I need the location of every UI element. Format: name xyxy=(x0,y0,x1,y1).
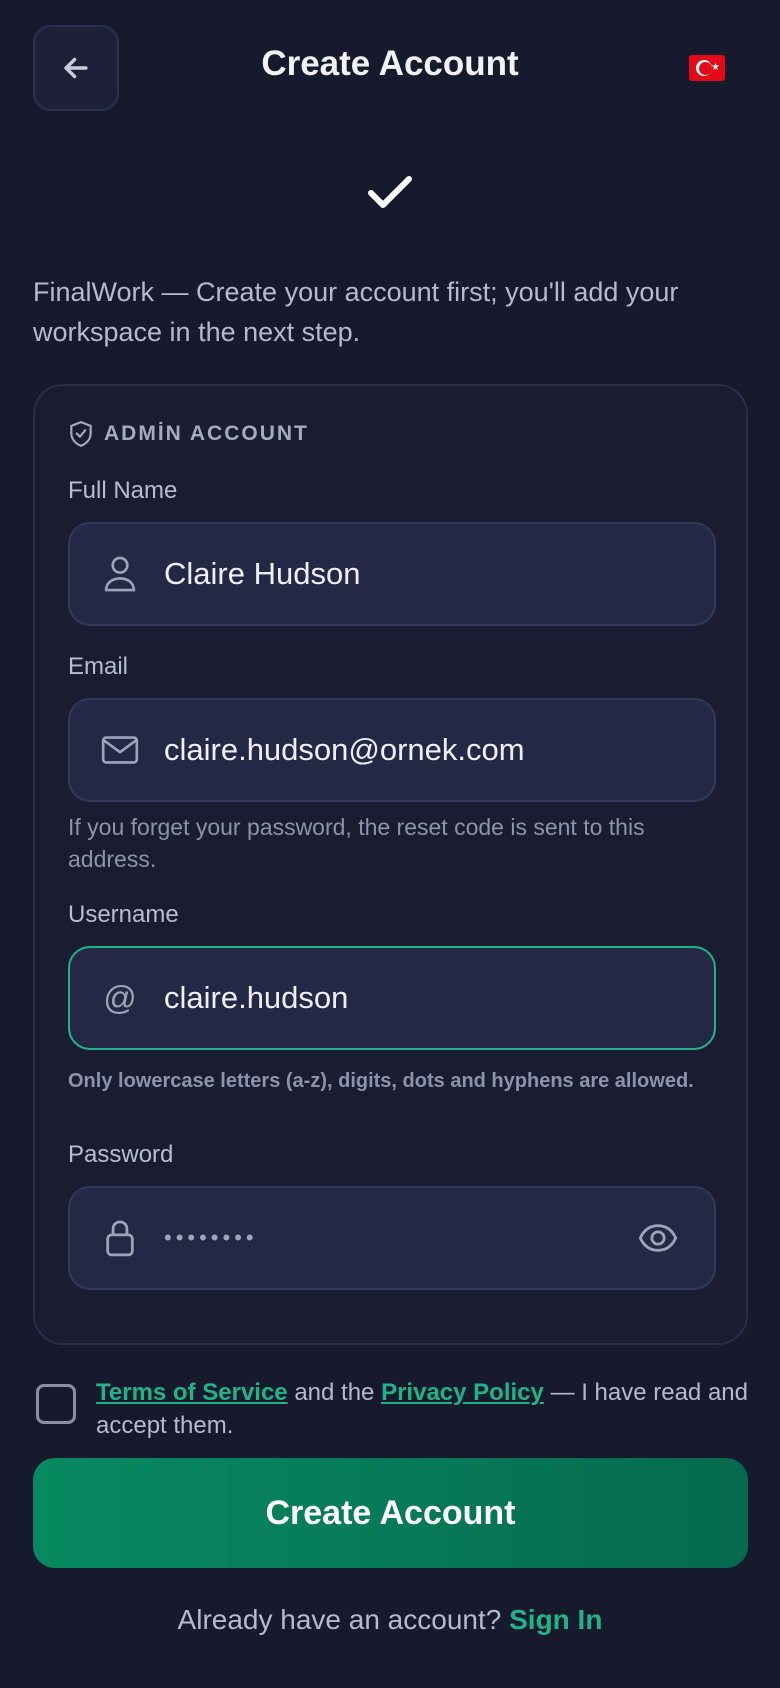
email-hint: If you forget your password, the reset c… xyxy=(68,814,645,872)
create-account-screen: Create Account ★ FinalWork — Create your… xyxy=(0,0,780,1688)
signin-prompt: Already have an account? xyxy=(177,1604,502,1635)
at-sign-icon: @ xyxy=(103,979,137,1016)
email-label: Email xyxy=(68,653,129,680)
full-name-label: Full Name xyxy=(68,477,178,504)
password-field[interactable]: •••••••• xyxy=(68,1186,716,1290)
eye-icon[interactable] xyxy=(638,1218,678,1258)
username-value: claire.hudson xyxy=(164,980,349,1015)
section-header: ADMİN ACCOUNT xyxy=(68,420,309,448)
sign-in-link[interactable]: Sign In xyxy=(509,1604,602,1635)
mail-icon xyxy=(100,730,140,770)
password-label: Password xyxy=(68,1141,174,1168)
email-field[interactable]: claire.hudson@ornek.com xyxy=(68,698,716,802)
email-value: claire.hudson@ornek.com xyxy=(164,732,525,767)
username-hint: Only lowercase letters (a-z), digits, do… xyxy=(68,1070,694,1092)
lock-icon xyxy=(100,1218,140,1258)
terms-middle-text: and the xyxy=(294,1379,375,1406)
page-title: Create Account xyxy=(261,44,519,83)
terms-text: Terms of Service and the Privacy Policy … xyxy=(96,1376,756,1442)
username-label: Username xyxy=(68,901,179,928)
username-field[interactable]: @ claire.hudson xyxy=(68,946,716,1050)
privacy-policy-link[interactable]: Privacy Policy xyxy=(381,1379,544,1406)
admin-account-card: ADMİN ACCOUNT Full Name Claire Hudson Em… xyxy=(33,384,748,1345)
full-name-value: Claire Hudson xyxy=(164,556,361,591)
shield-check-icon xyxy=(70,421,92,447)
section-title: ADMİN ACCOUNT xyxy=(104,422,309,445)
turkey-flag-icon[interactable]: ★ xyxy=(689,55,725,81)
terms-of-service-link[interactable]: Terms of Service xyxy=(96,1379,288,1406)
full-name-field[interactable]: Claire Hudson xyxy=(68,522,716,626)
password-value: •••••••• xyxy=(164,1225,258,1250)
terms-checkbox[interactable] xyxy=(36,1384,76,1424)
create-account-button[interactable]: Create Account xyxy=(33,1458,748,1568)
signin-row: Already have an account? Sign In xyxy=(0,1604,780,1636)
checkmark-icon xyxy=(368,176,412,208)
header: Create Account ★ xyxy=(0,0,780,140)
intro-text: FinalWork — Create your account first; y… xyxy=(33,277,679,347)
user-icon xyxy=(100,554,140,594)
